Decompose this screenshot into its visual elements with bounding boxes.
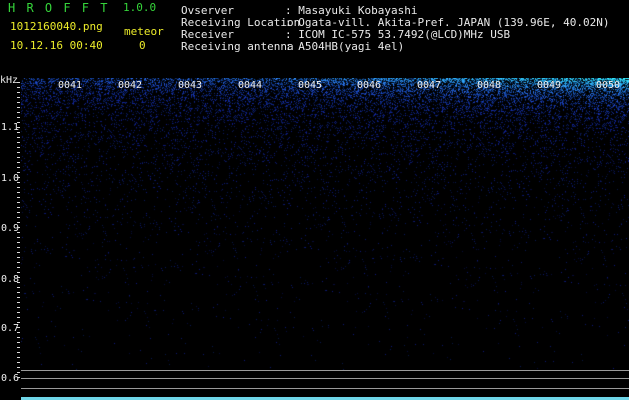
axis-tick	[17, 127, 20, 128]
axis-tick	[17, 312, 20, 313]
time-label: 0041	[58, 80, 83, 91]
axis-tick	[17, 247, 20, 248]
axis-tick	[17, 342, 20, 343]
frequency-axis: 1.1 1.0 0.9 0.8 0.7 0.6	[0, 78, 22, 400]
axis-tick	[17, 337, 20, 338]
axis-tick	[17, 297, 20, 298]
axis-tick	[17, 372, 20, 373]
axis-tick	[17, 242, 20, 243]
axis-tick	[17, 362, 20, 363]
axis-tick	[17, 277, 20, 278]
app-version: 1.0.0	[123, 1, 157, 14]
axis-tick	[17, 107, 20, 108]
axis-tick	[17, 367, 20, 368]
axis-tick	[17, 112, 20, 113]
axis-tick	[17, 92, 20, 93]
baseline-line-2	[21, 378, 629, 379]
axis-tick	[17, 177, 20, 178]
axis-tick	[17, 217, 20, 218]
file-datetime: 10.12.16 00:40	[10, 39, 103, 52]
axis-tick	[17, 122, 20, 123]
axis-tick	[17, 117, 20, 118]
axis-tick	[17, 187, 20, 188]
time-label: 0048	[477, 80, 502, 91]
axis-tick	[17, 212, 20, 213]
axis-tick	[17, 332, 20, 333]
axis-tick	[17, 327, 20, 328]
axis-tick	[17, 192, 20, 193]
axis-tick	[17, 97, 20, 98]
axis-tick	[17, 132, 20, 133]
axis-tick	[17, 162, 20, 163]
axis-tick	[17, 172, 20, 173]
time-label: 0049	[537, 80, 562, 91]
frequency-label: 0.8	[1, 274, 20, 285]
axis-tick	[17, 207, 20, 208]
frequency-label: 0.6	[1, 373, 20, 384]
axis-tick	[17, 197, 20, 198]
time-label: 0042	[118, 80, 143, 91]
time-label: 0050	[596, 80, 621, 91]
axis-tick	[17, 252, 20, 253]
time-label: 0043	[178, 80, 203, 91]
axis-tick	[17, 317, 20, 318]
axis-tick	[17, 222, 20, 223]
time-label: 0046	[357, 80, 382, 91]
axis-tick	[17, 287, 20, 288]
axis-tick	[17, 357, 20, 358]
baseline-line-3	[21, 388, 629, 389]
axis-tick	[17, 227, 20, 228]
axis-tick	[17, 82, 20, 83]
axis-tick	[17, 152, 20, 153]
time-label: 0047	[417, 80, 442, 91]
axis-tick	[17, 257, 20, 258]
axis-tick	[17, 267, 20, 268]
time-label: 0045	[298, 80, 323, 91]
axis-tick	[17, 322, 20, 323]
app-name: H R O F F T	[8, 1, 110, 15]
axis-tick	[17, 87, 20, 88]
axis-tick	[17, 157, 20, 158]
axis-tick	[17, 377, 20, 378]
axis-tick	[17, 302, 20, 303]
axis-tick	[17, 352, 20, 353]
axis-tick	[17, 347, 20, 348]
axis-tick	[17, 142, 20, 143]
axis-tick	[17, 147, 20, 148]
meteor-label: meteor	[124, 25, 164, 38]
spectrogram-canvas	[21, 78, 629, 370]
file-name: 1012160040.png	[10, 20, 103, 33]
axis-tick	[17, 307, 20, 308]
axis-tick	[17, 102, 20, 103]
axis-tick	[17, 282, 20, 283]
axis-tick	[17, 237, 20, 238]
baseline-line-1	[21, 370, 629, 371]
axis-tick	[17, 272, 20, 273]
time-label: 0044	[238, 80, 263, 91]
axis-tick	[17, 182, 20, 183]
axis-tick	[17, 232, 20, 233]
axis-tick	[17, 292, 20, 293]
axis-tick	[17, 202, 20, 203]
antenna-label: Receiving antenna	[181, 40, 294, 53]
axis-tick	[17, 262, 20, 263]
antenna-value: : A504HB(yagi 4el)	[285, 40, 405, 53]
axis-tick	[17, 167, 20, 168]
meteor-count: 0	[139, 39, 146, 52]
axis-tick	[17, 137, 20, 138]
